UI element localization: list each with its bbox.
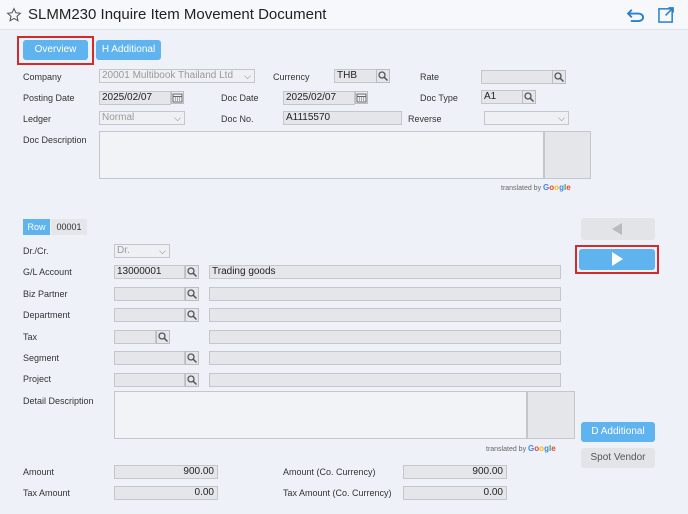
doc-no-field[interactable]: A1115570 xyxy=(283,111,402,125)
chevron-down-icon: ⌵ xyxy=(244,71,251,81)
gl-account-label: G/L Account xyxy=(23,267,72,277)
gl-account-search-icon[interactable] xyxy=(185,265,199,279)
translated-by-google: translated by Google xyxy=(501,183,571,192)
segment-search-icon[interactable] xyxy=(185,351,199,365)
calendar-icon[interactable] xyxy=(355,91,368,104)
rate-label: Rate xyxy=(420,72,440,82)
open-external-icon[interactable] xyxy=(658,6,675,23)
d-additional-button[interactable]: D Additional xyxy=(581,422,655,442)
reverse-label: Reverse xyxy=(408,114,442,124)
detail-description-side-box xyxy=(527,391,575,439)
biz-partner-field[interactable] xyxy=(114,287,185,301)
tax-description xyxy=(209,330,561,344)
spot-vendor-button[interactable]: Spot Vendor xyxy=(581,448,655,468)
tax-field[interactable] xyxy=(114,330,156,344)
doc-date-field[interactable]: 2025/02/07 xyxy=(283,91,355,105)
chevron-down-icon: ⌵ xyxy=(159,246,166,256)
amount-co-field[interactable]: 900.00 xyxy=(403,465,507,479)
company-select[interactable]: 20001 Multibook Thailand Ltd ⌵ xyxy=(99,69,255,83)
row-number: 00001 xyxy=(51,219,87,235)
posting-date-field[interactable]: 2025/02/07 xyxy=(99,91,171,105)
department-search-icon[interactable] xyxy=(185,308,199,322)
detail-description-textarea[interactable] xyxy=(114,391,527,439)
arrow-left-icon xyxy=(612,223,622,235)
tab-overview[interactable]: Overview xyxy=(23,40,88,60)
tab-h-additional[interactable]: H Additional xyxy=(96,40,161,60)
tax-label: Tax xyxy=(23,332,38,342)
department-field[interactable] xyxy=(114,308,185,322)
doc-type-label: Doc Type xyxy=(420,93,458,103)
currency-search-icon[interactable] xyxy=(376,69,390,83)
star-icon[interactable] xyxy=(6,7,22,23)
amount-label: Amount xyxy=(23,467,55,477)
tax-amount-label: Tax Amount xyxy=(23,488,71,498)
previous-row-button[interactable] xyxy=(581,218,655,240)
ledger-label: Ledger xyxy=(23,114,52,124)
biz-partner-label: Biz Partner xyxy=(23,289,68,299)
rate-search-icon[interactable] xyxy=(552,70,566,84)
project-search-icon[interactable] xyxy=(185,373,199,387)
segment-description xyxy=(209,351,561,365)
segment-field[interactable] xyxy=(114,351,185,365)
doc-description-side-box xyxy=(544,131,591,179)
gl-account-field[interactable]: 13000001 xyxy=(114,265,185,279)
segment-label: Segment xyxy=(23,353,60,363)
currency-label: Currency xyxy=(273,72,310,82)
row-tab[interactable]: Row xyxy=(23,219,50,235)
drcr-label: Dr./Cr. xyxy=(23,246,49,256)
posting-date-label: Posting Date xyxy=(23,93,75,103)
tax-amount-co-field[interactable]: 0.00 xyxy=(403,486,507,500)
doc-no-label: Doc No. xyxy=(221,114,254,124)
chevron-down-icon: ⌵ xyxy=(174,113,181,123)
doc-type-search-icon[interactable] xyxy=(522,90,536,104)
tax-amount-co-label: Tax Amount (Co. Currency) xyxy=(283,488,392,498)
amount-co-label: Amount (Co. Currency) xyxy=(283,467,376,477)
currency-field[interactable]: THB xyxy=(334,69,377,83)
biz-partner-description xyxy=(209,287,561,301)
ledger-select[interactable]: Normal ⌵ xyxy=(99,111,185,125)
tax-amount-field[interactable]: 0.00 xyxy=(114,486,218,500)
company-value: 20001 Multibook Thailand Ltd xyxy=(102,70,234,81)
project-label: Project xyxy=(23,374,52,384)
page-title: SLMM230 Inquire Item Movement Document xyxy=(28,6,327,23)
department-description xyxy=(209,308,561,322)
ledger-value: Normal xyxy=(102,112,135,123)
doc-description-textarea[interactable] xyxy=(99,131,544,179)
gl-account-description: Trading goods xyxy=(209,265,561,279)
doc-description-label: Doc Description xyxy=(23,135,87,145)
calendar-icon[interactable] xyxy=(171,91,184,104)
project-field[interactable] xyxy=(114,373,185,387)
arrow-right-icon xyxy=(612,252,623,266)
reverse-select[interactable]: ⌵ xyxy=(484,111,569,125)
company-label: Company xyxy=(23,72,62,82)
amount-field[interactable]: 900.00 xyxy=(114,465,218,479)
drcr-select[interactable]: Dr. ⌵ xyxy=(114,244,170,258)
doc-date-label: Doc Date xyxy=(221,93,259,103)
chevron-down-icon: ⌵ xyxy=(558,113,565,123)
rate-field[interactable] xyxy=(481,70,553,84)
next-row-button[interactable] xyxy=(579,249,655,270)
translated-by-google: translated by Google xyxy=(486,444,556,453)
undo-icon[interactable] xyxy=(627,6,646,23)
detail-description-label: Detail Description xyxy=(23,396,94,406)
project-description xyxy=(209,373,561,387)
department-label: Department xyxy=(23,310,71,320)
biz-partner-search-icon[interactable] xyxy=(185,287,199,301)
tax-search-icon[interactable] xyxy=(156,330,170,344)
drcr-value: Dr. xyxy=(117,245,130,256)
doc-type-field[interactable]: A1 xyxy=(481,90,523,104)
